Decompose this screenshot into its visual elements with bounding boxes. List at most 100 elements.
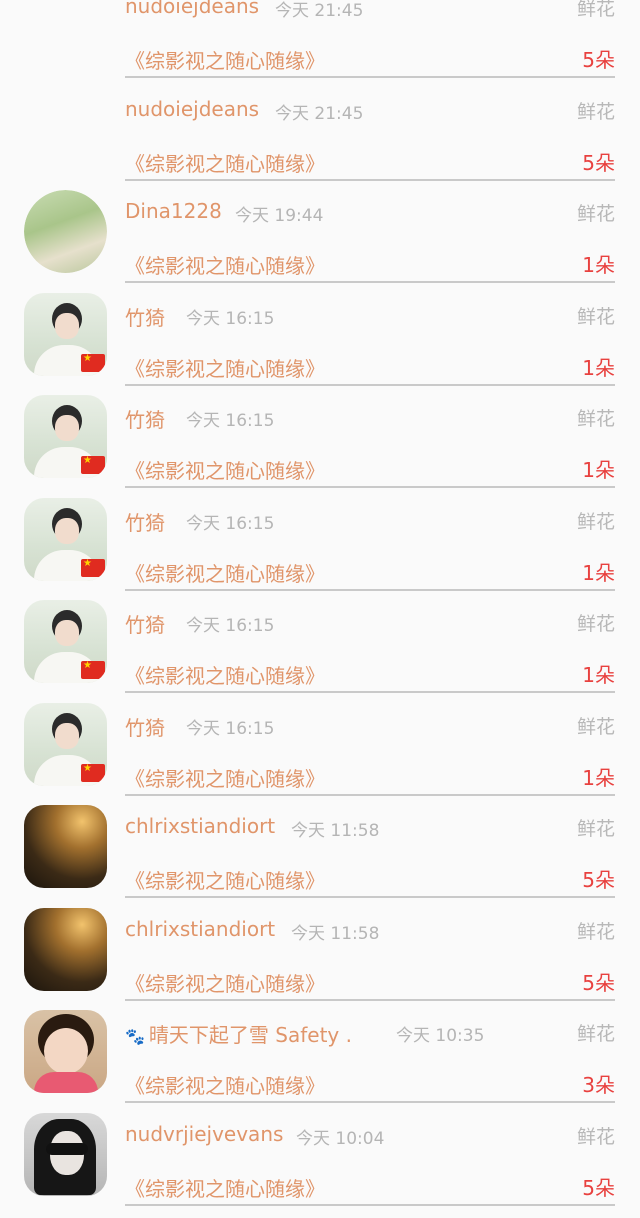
timestamp: 今天 16:15 [186,714,274,739]
gift-type-label: 鲜花 [577,1122,615,1149]
timestamp: 今天 19:44 [235,201,323,226]
user-name-text[interactable]: nudvrjiejvevans [125,1122,283,1146]
list-item[interactable]: 竹猗今天 16:15 鲜花《综影视之随心随缘》 1朵 [0,501,640,604]
book-title-link[interactable]: 《综影视之随心随缘》 [125,558,325,587]
user-name[interactable]: 竹猗 [125,404,165,433]
row-divider [125,179,615,181]
user-name-text[interactable]: 竹猗 [125,613,165,637]
book-title-link[interactable]: 《综影视之随心随缘》 [125,45,325,74]
flower-count: 1朵 [582,659,615,688]
book-title-link[interactable]: 《综影视之随心随缘》 [125,148,325,177]
avatar[interactable] [24,395,107,478]
avatar[interactable] [24,805,107,888]
flower-count: 5朵 [582,864,615,893]
list-item[interactable]: Dina1228今天 19:44鲜花《综影视之随心随缘》1朵 [0,193,640,296]
user-name-text[interactable]: chlrixstiandiort [125,917,275,941]
avatar[interactable] [24,190,107,273]
flower-count: 3朵 [582,1069,615,1098]
list-item[interactable]: chlrixstiandiort 今天 11:58 鲜花《综影视之随心随缘》 5朵 [0,808,640,911]
flag-badge-icon [81,661,105,679]
user-name[interactable]: Dina1228 [125,199,222,223]
timestamp: 今天 11:58 [291,919,379,944]
avatar[interactable] [24,600,107,683]
user-name[interactable]: chlrixstiandiort [125,917,275,941]
flower-count: 5朵 [582,44,615,73]
user-name[interactable]: 🐾晴天下起了雪 Safety . [125,1019,352,1048]
timestamp: 今天 16:15 [186,509,274,534]
book-title-link[interactable]: 《综影视之随心随缘》 [125,865,325,894]
book-title-link[interactable]: 《综影视之随心随缘》 [125,353,325,382]
flower-count: 5朵 [582,1172,615,1201]
gift-type-label: 鲜花 [577,917,615,944]
gift-type-label: 鲜花 [577,404,615,431]
user-name-text[interactable]: 竹猗 [125,408,165,432]
timestamp: 今天 16:15 [186,304,274,329]
avatar[interactable] [24,293,107,376]
timestamp: 今天 21:45 [275,0,363,21]
list-item[interactable]: 🐾晴天下起了雪 Safety .今天 10:35鲜花《综影视之随心随缘》3朵 [0,1013,640,1116]
list-item[interactable]: nudvrjiejvevans 今天 10:04 鲜花《综影视之随心随缘》 5朵 [0,1116,640,1218]
timestamp: 今天 11:58 [291,816,379,841]
list-item[interactable]: 竹猗今天 16:15鲜花《综影视之随心随缘》1朵 [0,706,640,809]
user-name[interactable]: 竹猗 [125,712,165,741]
book-title-link[interactable]: 《综影视之随心随缘》 [125,250,325,279]
flower-count: 1朵 [582,557,615,586]
user-name[interactable]: nudoiejdeans [125,97,259,121]
avatar[interactable] [24,498,107,581]
book-title-link[interactable]: 《综影视之随心随缘》 [125,763,325,792]
avatar[interactable] [24,703,107,786]
user-name[interactable]: nudoiejdeans [125,0,259,18]
row-divider [125,999,615,1001]
flag-badge-icon [81,559,105,577]
user-name[interactable]: nudvrjiejvevans [125,1122,283,1146]
timestamp: 今天 16:15 [186,611,274,636]
book-title-link[interactable]: 《综影视之随心随缘》 [125,1173,325,1202]
user-name-text[interactable]: nudoiejdeans [125,0,259,18]
row-divider [125,486,615,488]
row-divider [125,589,615,591]
gift-type-label: 鲜花 [577,97,615,124]
row-divider [125,1101,615,1103]
gift-type-label: 鲜花 [577,507,615,534]
gift-type-label: 鲜花 [577,0,615,21]
avatar[interactable] [24,1010,107,1093]
gift-type-label: 鲜花 [577,814,615,841]
gift-type-label: 鲜花 [577,1019,615,1046]
book-title-link[interactable]: 《综影视之随心随缘》 [125,1070,325,1099]
paw-icon: 🐾 [125,1027,145,1046]
list-item[interactable]: nudoiejdeans今天 21:45鲜花《综影视之随心随缘》5朵 [0,91,640,194]
row-divider [125,384,615,386]
row-divider [125,281,615,283]
list-item[interactable]: chlrixstiandiort今天 11:58鲜花《综影视之随心随缘》5朵 [0,911,640,1014]
gift-type-label: 鲜花 [577,712,615,739]
list-item[interactable]: 竹猗今天 16:15鲜花《综影视之随心随缘》1朵 [0,603,640,706]
user-name-text[interactable]: chlrixstiandiort [125,814,275,838]
user-name[interactable]: 竹猗 [125,507,165,536]
book-title-link[interactable]: 《综影视之随心随缘》 [125,968,325,997]
user-name-text[interactable]: 竹猗 [125,306,165,330]
user-name-text[interactable]: nudoiejdeans [125,97,259,121]
flag-badge-icon [81,456,105,474]
list-item[interactable]: 竹猗今天 16:15鲜花《综影视之随心随缘》1朵 [0,398,640,501]
user-name-text[interactable]: Dina1228 [125,199,222,223]
flag-badge-icon [81,764,105,782]
flower-count: 1朵 [582,249,615,278]
list-item[interactable]: 竹猗今天 16:15鲜花《综影视之随心随缘》1朵 [0,296,640,399]
avatar[interactable] [24,1113,107,1196]
flag-badge-icon [81,354,105,372]
user-name[interactable]: 竹猗 [125,302,165,331]
user-name-text[interactable]: 竹猗 [125,511,165,535]
timestamp: 今天 10:04 [296,1124,384,1149]
book-title-link[interactable]: 《综影视之随心随缘》 [125,660,325,689]
user-name[interactable]: chlrixstiandiort [125,814,275,838]
user-name-text[interactable]: 竹猗 [125,716,165,740]
gift-type-label: 鲜花 [577,302,615,329]
book-title-link[interactable]: 《综影视之随心随缘》 [125,455,325,484]
timestamp: 今天 16:15 [186,406,274,431]
row-divider [125,1204,615,1206]
row-divider [125,794,615,796]
user-name[interactable]: 竹猗 [125,609,165,638]
user-name-text[interactable]: 晴天下起了雪 Safety . [149,1023,352,1047]
avatar[interactable] [24,908,107,991]
list-item[interactable]: nudoiejdeans 今天 21:45 鲜花《综影视之随心随缘》 5朵 [0,0,640,91]
